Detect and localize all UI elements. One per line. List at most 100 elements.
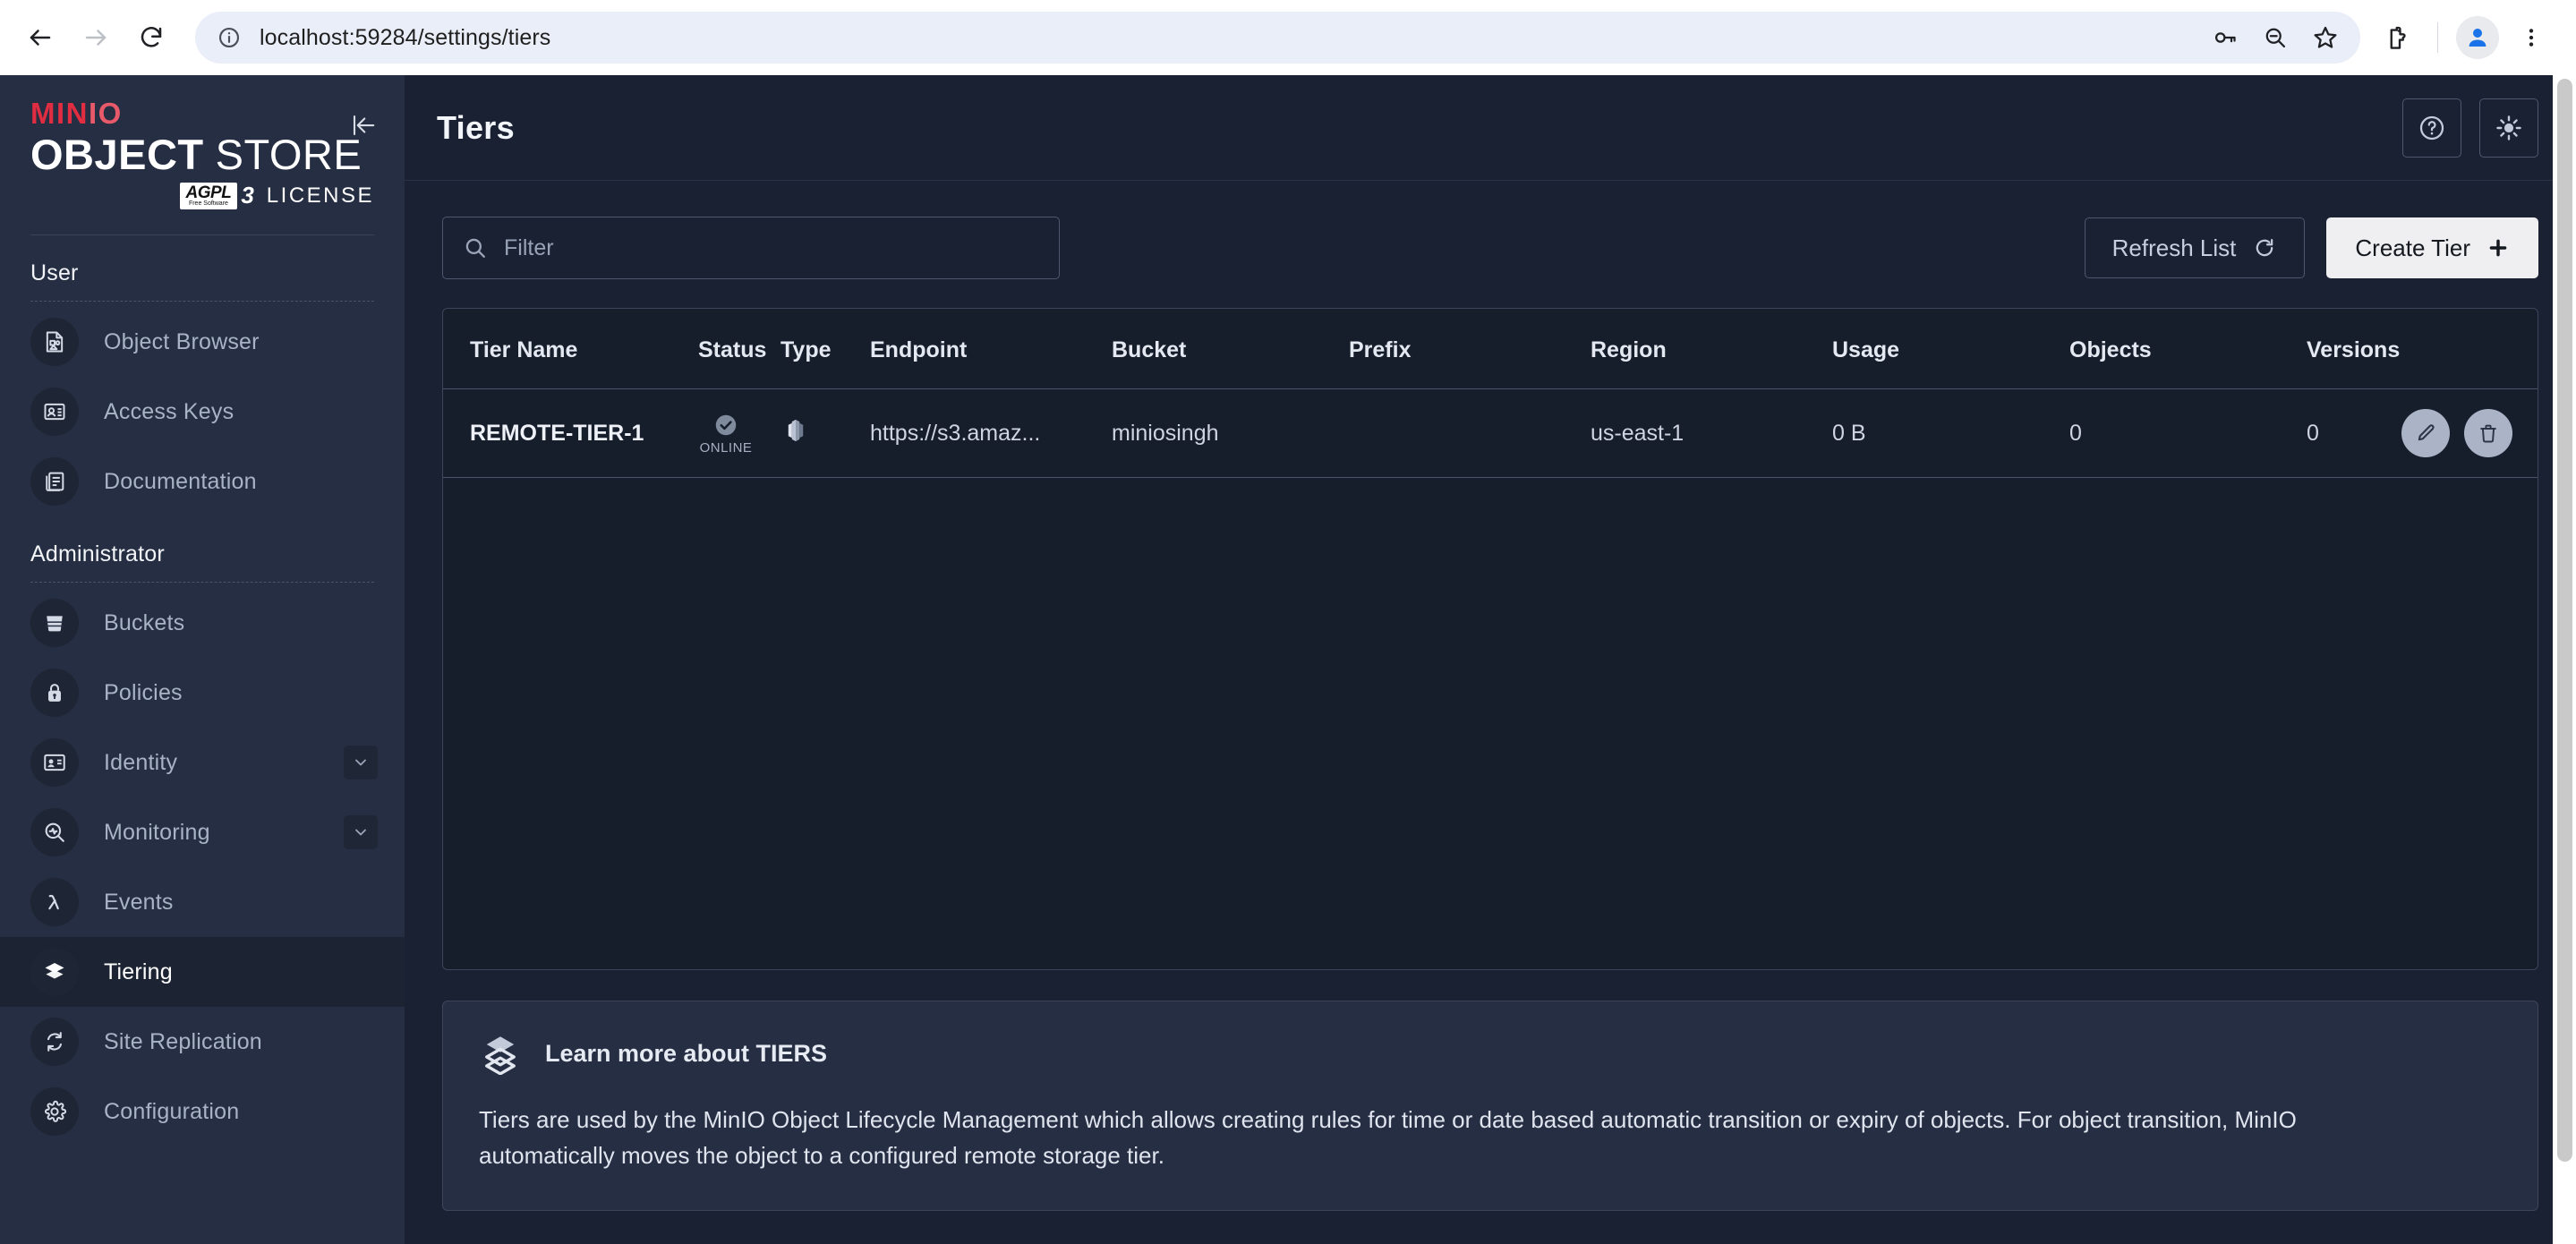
- chevron-down-icon[interactable]: [344, 815, 378, 850]
- collapse-sidebar-icon: [353, 115, 375, 136]
- sidebar-item-access-keys[interactable]: Access Keys: [0, 377, 405, 447]
- create-tier-button[interactable]: Create Tier: [2326, 217, 2538, 278]
- site-replication-icon: [30, 1018, 79, 1067]
- learn-more-body: Tiers are used by the MinIO Object Lifec…: [479, 1106, 2297, 1170]
- sidebar-item-site-replication[interactable]: Site Replication: [0, 1007, 405, 1077]
- page-scrollbar[interactable]: [2553, 75, 2576, 1244]
- extensions-button[interactable]: [2373, 13, 2423, 63]
- browser-menu-button[interactable]: [2506, 13, 2556, 63]
- bookmark-star-icon: [2314, 26, 2337, 48]
- password-key-icon: [2214, 32, 2236, 43]
- sidebar-item-label: Documentation: [104, 468, 257, 494]
- sidebar-item-label: Object Browser: [104, 328, 260, 354]
- sidebar-item-buckets[interactable]: Buckets: [0, 588, 405, 658]
- row-action-buttons: [2401, 409, 2538, 457]
- sidebar-item-configuration[interactable]: Configuration: [0, 1077, 405, 1146]
- tiering-layers-icon: [485, 1036, 516, 1075]
- brand-logo: MINIO OBJECT STORE AGPL Free Software 3 …: [0, 98, 405, 209]
- page-header: Tiers: [405, 75, 2576, 181]
- monitoring-icon: [30, 808, 79, 857]
- extensions-puzzle-icon: [2390, 26, 2406, 49]
- reload-button[interactable]: [124, 10, 179, 65]
- refresh-label: Refresh List: [2111, 234, 2237, 261]
- sidebar-item-monitoring[interactable]: Monitoring: [0, 797, 405, 867]
- filter-field[interactable]: [442, 217, 1060, 279]
- tiers-table: Tier Name Status Type Endpoint Bucket Pr…: [443, 309, 2538, 478]
- cell-status: ONLINE: [698, 388, 780, 478]
- table-body: REMOTE-TIER-1 ONLINE https://s3.amaz... …: [443, 388, 2538, 478]
- sidebar-item-identity[interactable]: Identity: [0, 728, 405, 797]
- sidebar-item-label: Configuration: [104, 1098, 240, 1124]
- site-info-icon: [218, 27, 240, 48]
- edit-tier-button[interactable]: [2401, 409, 2450, 457]
- toolbar-actions: Refresh List Create Tier: [2084, 217, 2538, 278]
- brand-io: IO: [89, 97, 123, 130]
- column-usage: Usage: [1832, 309, 2069, 389]
- column-tier-name: Tier Name: [443, 309, 698, 389]
- brand-min: MIN: [30, 97, 89, 130]
- avatar: [2456, 16, 2499, 59]
- sidebar-group-rule-user: [30, 301, 374, 302]
- password-manager-button[interactable]: [2203, 15, 2248, 60]
- sidebar-item-label: Events: [104, 889, 174, 915]
- events-lambda-icon: [30, 878, 79, 927]
- column-region: Region: [1591, 309, 1832, 389]
- access-keys-icon: [30, 388, 79, 437]
- column-versions: Versions: [2307, 309, 2538, 389]
- refresh-icon: [2256, 239, 2273, 257]
- delete-tier-button[interactable]: [2464, 409, 2512, 457]
- edit-pencil-icon: [2418, 424, 2435, 441]
- sidebar-item-label: Policies: [104, 679, 183, 705]
- collapse-sidebar-button[interactable]: [345, 107, 381, 143]
- address-bar[interactable]: localhost:59284/settings/tiers: [195, 12, 2360, 64]
- scrollbar-thumb[interactable]: [2557, 79, 2572, 1162]
- sidebar-item-label: Identity: [104, 749, 178, 775]
- header-actions: [2402, 98, 2538, 158]
- help-button[interactable]: [2402, 98, 2461, 158]
- refresh-list-button[interactable]: Refresh List: [2084, 217, 2306, 278]
- sidebar-item-object-browser[interactable]: Object Browser: [0, 307, 405, 377]
- delete-trash-icon: [2480, 424, 2496, 443]
- reload-icon: [141, 27, 162, 47]
- table-row[interactable]: REMOTE-TIER-1 ONLINE https://s3.amaz... …: [443, 388, 2538, 478]
- forward-arrow-icon: [85, 30, 107, 46]
- back-button[interactable]: [13, 10, 68, 65]
- learn-more-title: Learn more about TIERS: [545, 1039, 828, 1067]
- site-info-button[interactable]: [211, 20, 247, 55]
- list-toolbar: Refresh List Create Tier: [442, 217, 2538, 279]
- agpl-version: 3: [241, 182, 254, 209]
- column-bucket: Bucket: [1112, 309, 1349, 389]
- search-input[interactable]: [504, 234, 1039, 261]
- sidebar-item-documentation[interactable]: Documentation: [0, 447, 405, 516]
- cell-region: us-east-1: [1591, 388, 1832, 478]
- sidebar-item-events[interactable]: Events: [0, 867, 405, 937]
- status-badge: ONLINE: [698, 412, 754, 456]
- s3-tier-type-icon: [788, 419, 804, 441]
- online-check-icon: [715, 414, 737, 435]
- bookmark-button[interactable]: [2303, 15, 2348, 60]
- tiering-layers-icon: [30, 948, 79, 997]
- brand-store: STORE: [215, 131, 363, 178]
- tiers-table-panel: Tier Name Status Type Endpoint Bucket Pr…: [442, 308, 2538, 970]
- object-browser-icon: [30, 318, 79, 367]
- plus-icon: [2489, 239, 2507, 257]
- profile-button[interactable]: [2452, 13, 2503, 63]
- zoom-out-button[interactable]: [2253, 15, 2298, 60]
- url-text: localhost:59284/settings/tiers: [260, 24, 551, 50]
- policies-lock-icon: [30, 669, 79, 718]
- buckets-icon: [30, 599, 79, 648]
- sidebar-item-label: Buckets: [104, 609, 185, 635]
- sidebar-item-tiering[interactable]: Tiering: [0, 937, 405, 1008]
- sidebar-item-policies[interactable]: Policies: [0, 658, 405, 728]
- theme-toggle-button[interactable]: [2479, 98, 2538, 158]
- documentation-icon: [30, 457, 79, 507]
- sidebar-item-label: Access Keys: [104, 398, 235, 424]
- browser-toolbar: localhost:59284/settings/tiers: [0, 0, 2576, 75]
- chevron-down-icon[interactable]: [344, 746, 378, 780]
- agpl-badge-sub: Free Software: [188, 200, 228, 207]
- forward-button[interactable]: [68, 10, 124, 65]
- sidebar-item-label: Monitoring: [104, 819, 210, 845]
- main-content: Tiers Filter Refresh List Create Tier Ti…: [405, 75, 2576, 1244]
- profile-avatar-icon: [2469, 29, 2486, 47]
- help-question-icon: [2419, 115, 2444, 140]
